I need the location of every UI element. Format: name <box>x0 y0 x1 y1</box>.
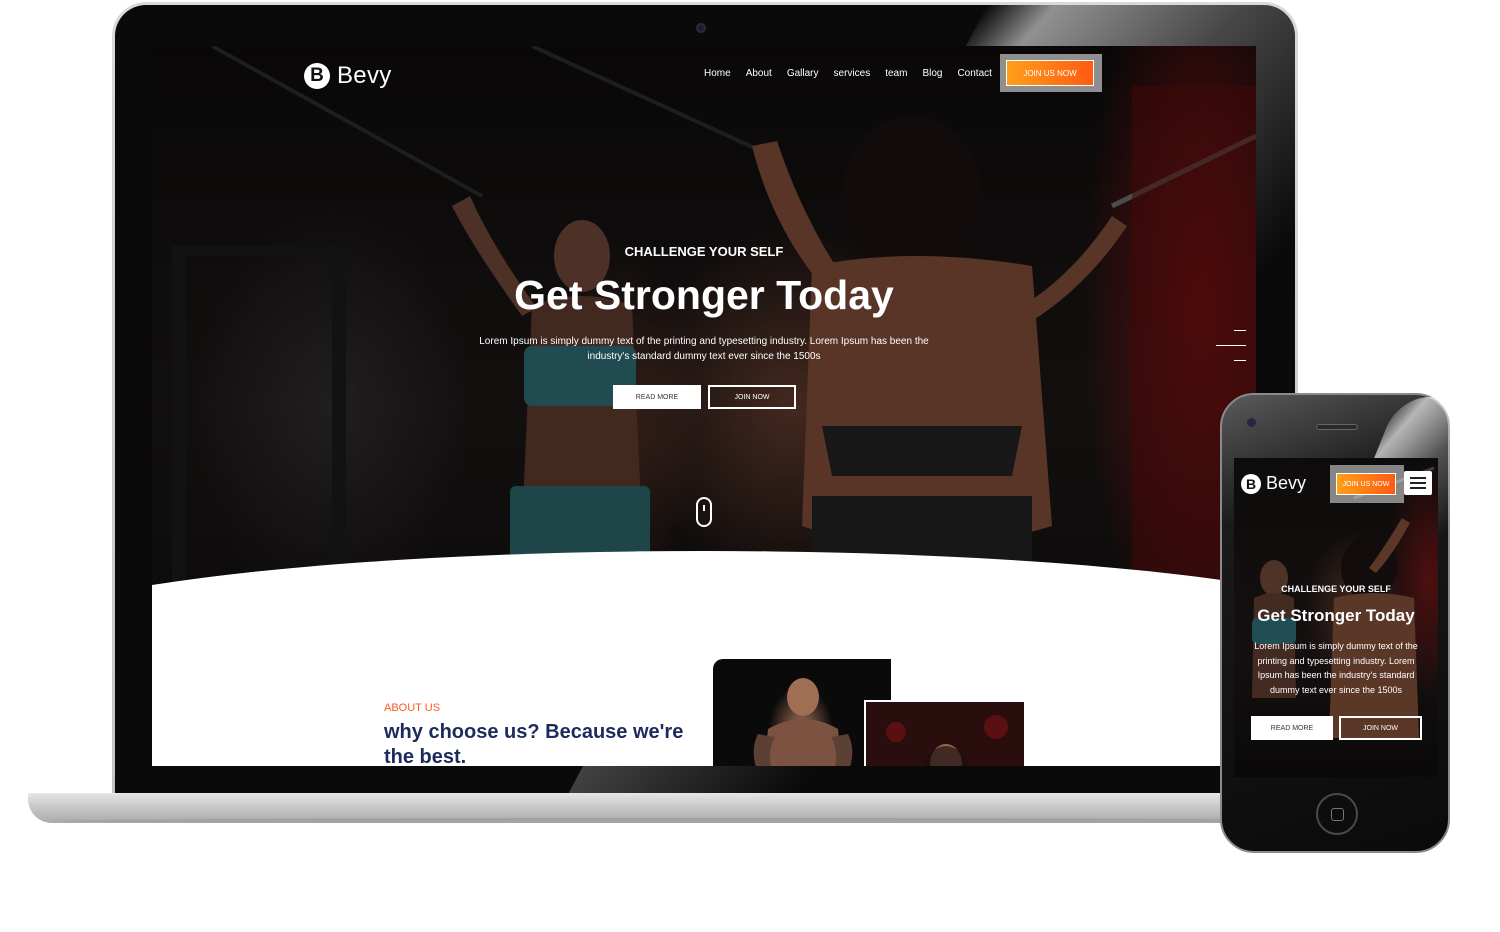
slide-indicator-2[interactable] <box>1216 345 1246 346</box>
nav-about[interactable]: About <box>746 68 772 79</box>
nav-team[interactable]: team <box>885 68 907 79</box>
mobile-hero-description: Lorem Ipsum is simply dummy text of the … <box>1254 641 1418 695</box>
mobile-brand-logo-mark: B <box>1241 473 1261 494</box>
camera-icon <box>696 23 706 33</box>
about-image-woman-graphic <box>866 702 1024 766</box>
hamburger-menu-icon[interactable] <box>1404 471 1432 495</box>
main-nav: Home About Gallary services team Blog Co… <box>704 68 1007 79</box>
mobile-brand-logo[interactable]: B Bevy <box>1241 473 1306 494</box>
slide-indicator-1[interactable] <box>1234 330 1246 331</box>
brand-logo-mark: B <box>304 63 330 89</box>
mobile-join-now-button[interactable]: JOIN NOW <box>1339 716 1422 740</box>
mobile-hero-title: Get Stronger Today <box>1257 606 1415 625</box>
phone-screen: B Bevy JOIN US NOW CHALLENGE YOUR SELF G… <box>1234 458 1438 777</box>
nav-contact[interactable]: Contact <box>957 68 991 79</box>
scroll-dot <box>703 505 705 511</box>
nav-services[interactable]: services <box>834 68 871 79</box>
laptop-shadow <box>60 818 1350 824</box>
hero-title: Get Stronger Today <box>514 272 894 318</box>
mobile-join-highlight: JOIN US NOW <box>1330 465 1404 503</box>
hero-description: Lorem Ipsum is simply dummy text of the … <box>479 336 929 362</box>
join-now-button[interactable]: JOIN NOW <box>708 385 796 409</box>
join-us-now-button[interactable]: JOIN US NOW <box>1006 60 1094 86</box>
nav-gallary[interactable]: Gallary <box>787 68 819 79</box>
brand-logo[interactable]: B Bevy <box>304 62 392 90</box>
about-label: ABOUT US <box>384 702 441 714</box>
slide-indicator-3[interactable] <box>1234 360 1246 361</box>
read-more-button[interactable]: READ MORE <box>613 385 701 409</box>
home-button-square <box>1331 808 1344 821</box>
mobile-join-us-now-button[interactable]: JOIN US NOW <box>1336 473 1396 495</box>
about-title: why choose us? Because we're the best. <box>384 721 684 766</box>
mobile-brand-name: Bevy <box>1266 473 1307 493</box>
mobile-read-more-button[interactable]: READ MORE <box>1251 716 1333 740</box>
nav-home[interactable]: Home <box>704 68 731 79</box>
hero-subtitle: CHALLENGE YOUR SELF <box>624 244 784 259</box>
about-image-woman <box>864 700 1026 766</box>
brand-name: Bevy <box>337 62 392 89</box>
home-button-icon[interactable] <box>1316 793 1358 835</box>
phone-camera-icon <box>1247 418 1256 427</box>
scroll-mouse-icon[interactable] <box>696 497 712 527</box>
nav-blog[interactable]: Blog <box>922 68 942 79</box>
join-us-highlight: JOIN US NOW <box>1000 54 1102 92</box>
hero-curve <box>152 551 1256 766</box>
mobile-hero-subtitle: CHALLENGE YOUR SELF <box>1281 584 1391 594</box>
laptop-screen: B Bevy Home About Gallary services team … <box>152 46 1256 766</box>
phone-speaker <box>1316 424 1358 430</box>
